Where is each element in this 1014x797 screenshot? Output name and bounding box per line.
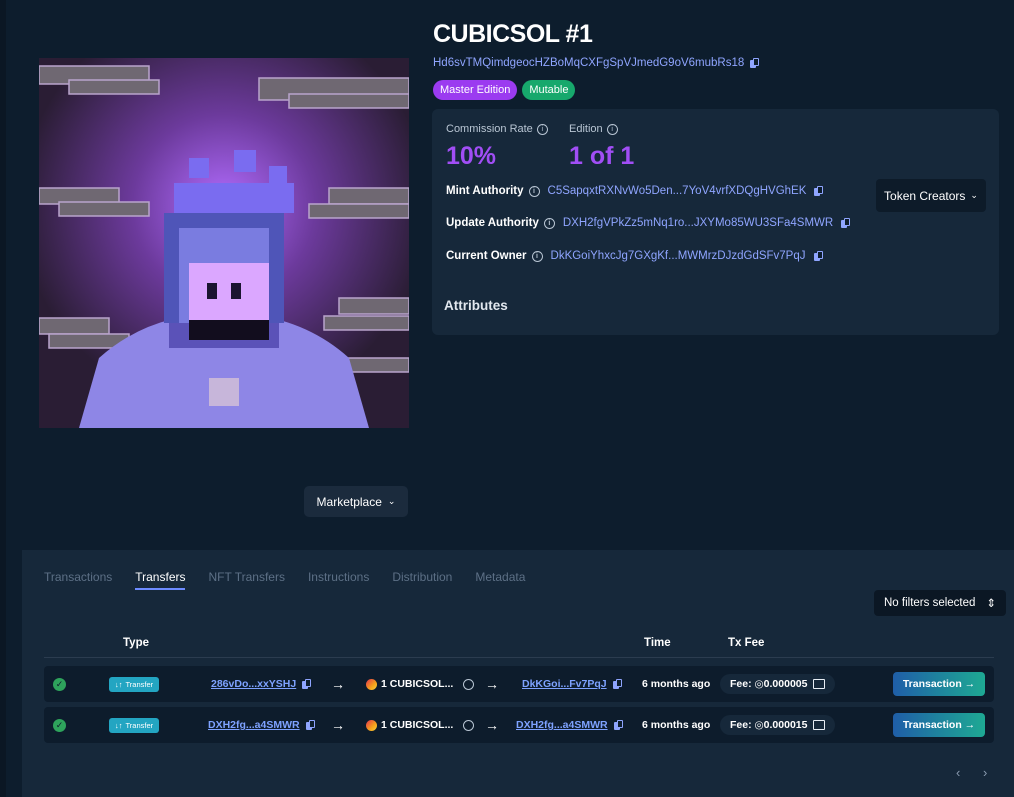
from-address[interactable]: DXH2fg...a4SMWR [208, 719, 316, 731]
copy-icon[interactable] [612, 678, 623, 690]
tab-distribution[interactable]: Distribution [392, 570, 452, 590]
mint-authority-value[interactable]: C5SapqxtRXNvWo5Den...7YoV4vrfXDQgHVGhEK [548, 185, 807, 197]
transaction-button[interactable]: Transaction → [893, 672, 985, 696]
fee-chip: Fee: ◎0.000005 [720, 674, 836, 694]
transfer-type-badge: ↓↑ Transfer [109, 717, 160, 733]
loading-icon [463, 719, 475, 731]
loading-icon [463, 678, 475, 690]
marketplace-label: Marketplace [316, 494, 382, 509]
to-address[interactable]: DXH2fg...a4SMWR [516, 719, 624, 731]
mint-authority-row: Mint Authority i C5SapqxtRXNvWo5Den...7Yo… [446, 185, 824, 197]
update-authority-value[interactable]: DXH2fgVPkZz5mNq1ro...JXYMo85WU3SFa4SMWR [563, 217, 833, 229]
arrow-right-icon: → [331, 676, 345, 692]
check-icon: ✓ [53, 677, 66, 691]
mint-authority-label: Mint Authority i [446, 185, 540, 197]
token-logo-icon [366, 719, 377, 731]
from-address[interactable]: 286vDo...xxYSHJ [211, 678, 312, 690]
token-creators-dropdown[interactable]: Token Creators ⌄ [876, 179, 986, 212]
copy-icon[interactable] [813, 250, 824, 262]
nft-title: CUBICSOL #1 [433, 20, 593, 48]
tab-metadata[interactable]: Metadata [475, 570, 525, 590]
info-icon[interactable]: i [606, 123, 618, 135]
token-amount[interactable]: 1 CUBICSOL... [366, 719, 475, 731]
chevron-down-icon: ⌄ [970, 190, 978, 200]
filter-select[interactable]: No filters selected ⇕ [874, 590, 1006, 616]
previous-page-button[interactable]: ‹ [956, 765, 960, 780]
info-icon[interactable]: i [536, 123, 548, 135]
column-header-type: Type [123, 637, 149, 649]
next-page-button[interactable]: › [983, 765, 987, 780]
header-divider [44, 657, 994, 658]
info-icon[interactable]: i [531, 250, 543, 262]
column-header-fee: Tx Fee [728, 637, 765, 649]
mint-address-row: Hd6svTMQimdgeocHZBoMqCXFgSpVJmedG9oV6mub… [433, 57, 760, 69]
table-row: ✓ ↓↑ Transfer DXH2fg...a4SMWR → 1 CUBICSO… [44, 707, 994, 743]
copy-icon[interactable] [750, 57, 760, 69]
nft-artwork [39, 58, 409, 428]
filter-label: No filters selected [884, 597, 976, 609]
arrow-right-icon: → [331, 717, 345, 733]
copy-icon[interactable] [841, 217, 851, 229]
table-row: ✓ ↓↑ Transfer 286vDo...xxYSHJ → 1 CUBICSO… [44, 666, 994, 702]
copy-icon[interactable] [302, 678, 312, 690]
to-address[interactable]: DkKGoi...Fv7PqJ [522, 678, 623, 690]
current-owner-value[interactable]: DkKGoiYhxcJg7GXgKf...MWMrzDJzdGdSFv7PqJ [551, 250, 806, 262]
transfer-icon: ↓↑ [115, 720, 123, 730]
token-creators-label: Token Creators [884, 188, 966, 203]
tab-transactions[interactable]: Transactions [44, 570, 112, 590]
edition-label: Edition i [569, 123, 618, 135]
update-authority-row: Update Authority i DXH2fgVPkZz5mNq1ro...J… [446, 217, 851, 229]
fee-chip: Fee: ◎0.000015 [720, 715, 836, 735]
master-edition-badge: Master Edition [433, 80, 518, 100]
column-header-time: Time [644, 637, 671, 649]
current-owner-label: Current Owner i [446, 250, 543, 262]
info-icon[interactable]: i [543, 217, 555, 229]
chevron-down-icon: ⌄ [387, 496, 396, 506]
arrow-right-icon: → [485, 676, 499, 692]
badge-group: Master Edition Mutable [433, 80, 576, 100]
transfer-type-badge: ↓↑ Transfer [109, 676, 160, 692]
tx-time: 6 months ago [642, 719, 711, 731]
copy-icon[interactable] [613, 719, 624, 731]
attributes-title: Attributes [444, 298, 508, 313]
copy-icon[interactable] [814, 185, 824, 197]
edition-value: 1 of 1 [569, 142, 635, 170]
commission-value: 10% [446, 142, 497, 170]
marketplace-dropdown[interactable]: Marketplace ⌄ [304, 486, 408, 517]
check-icon: ✓ [53, 718, 66, 732]
commission-label: Commission Rate i [446, 123, 548, 135]
mint-address[interactable]: Hd6svTMQimdgeocHZBoMqCXFgSpVJmedG9oV6mub… [433, 57, 744, 69]
activity-tabs: Transactions Transfers NFT Transfers Ins… [44, 570, 525, 590]
tx-time: 6 months ago [642, 678, 711, 690]
token-amount[interactable]: 1 CUBICSOL... [366, 678, 475, 690]
tab-transfers[interactable]: Transfers [135, 570, 186, 590]
sort-arrows-icon: ⇕ [986, 598, 996, 610]
tab-nft-transfers[interactable]: NFT Transfers [208, 570, 284, 590]
update-authority-label: Update Authority i [446, 217, 555, 229]
copy-icon[interactable] [305, 719, 316, 731]
tab-instructions[interactable]: Instructions [308, 570, 369, 590]
transaction-button[interactable]: Transaction → [893, 713, 985, 737]
mutable-badge: Mutable [522, 80, 576, 100]
transfer-icon: ↓↑ [115, 679, 123, 689]
nft-image [39, 58, 409, 428]
token-logo-icon [366, 678, 377, 690]
ticket-icon [813, 679, 826, 689]
arrow-right-icon: → [485, 717, 499, 733]
current-owner-row: Current Owner i DkKGoiYhxcJg7GXgKf...MWMr… [446, 250, 824, 262]
nft-info-card: Commission Rate i 10% Edition i 1 of 1 M… [432, 109, 999, 335]
ticket-icon [813, 720, 826, 730]
info-icon[interactable]: i [528, 185, 540, 197]
